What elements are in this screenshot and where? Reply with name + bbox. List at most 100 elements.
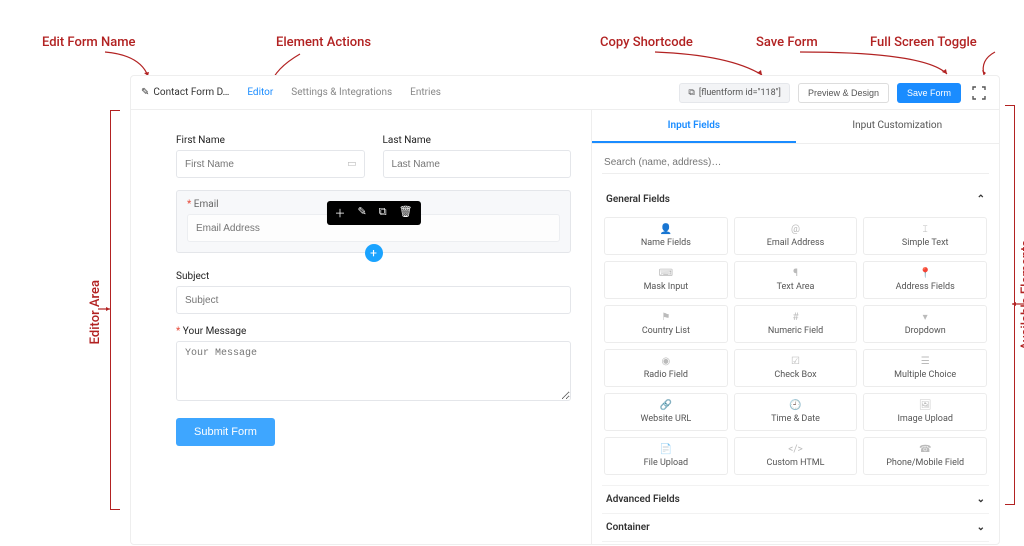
elements-tabs: Input Fields Input Customization xyxy=(592,110,999,144)
element-icon: 𝙸 xyxy=(922,224,929,235)
element-label: Dropdown xyxy=(905,326,946,336)
section-container[interactable]: Container ⌄ xyxy=(602,513,989,541)
element-icon: ⌨ xyxy=(659,268,673,279)
first-name-label: First Name xyxy=(176,135,365,146)
action-duplicate-icon[interactable]: ⧉ xyxy=(379,205,387,221)
element-name-fields[interactable]: 👤 Name Fields xyxy=(604,217,728,255)
copy-icon: ⧉ xyxy=(688,88,694,98)
action-edit-icon[interactable]: ✎ xyxy=(357,205,366,221)
element-dropdown[interactable]: ▾ Dropdown xyxy=(863,305,987,343)
builder-body: First Name ▭ Last Name Email ＋ ✎ ⧉ xyxy=(131,110,999,544)
annot-arrow xyxy=(1006,300,1024,308)
element-label: Image Upload xyxy=(897,414,952,424)
top-right: ⧉ [fluentform id="118"] Preview & Design… xyxy=(679,83,989,103)
fullscreen-toggle[interactable] xyxy=(969,83,989,103)
element-mask-input[interactable]: ⌨ Mask Input xyxy=(604,261,728,299)
action-delete-icon[interactable]: 🗑 xyxy=(399,205,413,221)
element-label: Mask Input xyxy=(644,282,689,292)
message-textarea[interactable] xyxy=(176,341,571,401)
element-label: Simple Text xyxy=(902,238,949,248)
shortcode-text: [fluentform id="118"] xyxy=(699,88,781,98)
element-custom-html[interactable]: </> Custom HTML xyxy=(734,437,858,475)
element-country-list[interactable]: ⚑ Country List xyxy=(604,305,728,343)
section-advanced-fields[interactable]: Advanced Fields ⌄ xyxy=(602,485,989,513)
element-icon: 👤 xyxy=(660,224,672,235)
annot-edit-form-name: Edit Form Name xyxy=(42,35,136,50)
app-frame: ✎ Contact Form D… Editor Settings & Inte… xyxy=(130,75,1000,545)
annot-fullscreen: Full Screen Toggle xyxy=(870,35,977,50)
tab-input-fields[interactable]: Input Fields xyxy=(592,110,795,143)
elements-search xyxy=(602,152,989,174)
element-label: Numeric Field xyxy=(768,326,823,336)
element-icon: ☎ xyxy=(919,444,931,455)
element-website-url[interactable]: 🔗Website URL xyxy=(604,393,728,431)
section-payment-fields[interactable]: Payment Fields ⌄ xyxy=(602,541,989,544)
element-label: File Upload xyxy=(644,458,689,468)
chevron-down-icon: ⌄ xyxy=(977,522,985,533)
element-phone-mobile-field[interactable]: ☎ Phone/Mobile Field xyxy=(863,437,987,475)
element-icon: 🖼 xyxy=(919,400,932,411)
first-name-input[interactable] xyxy=(176,150,365,178)
element-radio-field[interactable]: ◉ Radio Field xyxy=(604,349,728,387)
element-image-upload[interactable]: 🖼 Image Upload xyxy=(863,393,987,431)
section-advanced-label: Advanced Fields xyxy=(606,494,680,505)
element-file-upload[interactable]: 📄File Upload xyxy=(604,437,728,475)
element-icon: 🕘 xyxy=(789,400,801,411)
shortcode-copy[interactable]: ⧉ [fluentform id="118"] xyxy=(679,83,790,103)
search-input[interactable] xyxy=(602,152,989,174)
element-simple-text[interactable]: 𝙸 Simple Text xyxy=(863,217,987,255)
submit-form-button[interactable]: Submit Form xyxy=(176,418,275,446)
action-add-icon[interactable]: ＋ xyxy=(334,205,345,221)
element-label: Multiple Choice xyxy=(894,370,956,380)
element-label: Time & Date xyxy=(771,414,820,424)
subject-input[interactable] xyxy=(176,286,571,314)
tab-settings[interactable]: Settings & Integrations xyxy=(291,87,392,98)
subject-label: Subject xyxy=(176,271,571,282)
element-check-box[interactable]: ☑Check Box xyxy=(734,349,858,387)
element-label: Phone/Mobile Field xyxy=(886,458,964,468)
element-label: Check Box xyxy=(774,370,816,380)
annot-arrow xyxy=(96,305,116,313)
element-icon: ▾ xyxy=(923,312,928,323)
pencil-icon: ✎ xyxy=(141,87,149,98)
fullscreen-icon xyxy=(972,86,986,100)
element-label: Country List xyxy=(642,326,690,336)
element-icon: ⚑ xyxy=(661,312,670,323)
element-time-date[interactable]: 🕘 Time & Date xyxy=(734,393,858,431)
element-icon: @ xyxy=(791,224,800,235)
chevron-up-icon: ⌃ xyxy=(977,194,985,205)
preview-design-button[interactable]: Preview & Design xyxy=(798,83,889,103)
last-name-input[interactable] xyxy=(383,150,572,178)
element-numeric-field[interactable]: # Numeric Field xyxy=(734,305,858,343)
element-label: Website URL xyxy=(641,414,692,424)
element-icon: ◉ xyxy=(662,356,671,367)
save-form-button[interactable]: Save Form xyxy=(897,83,961,103)
element-multiple-choice[interactable]: ☰ Multiple Choice xyxy=(863,349,987,387)
element-label: Address Fields xyxy=(896,282,955,292)
element-label: Radio Field xyxy=(644,370,688,380)
section-general-fields[interactable]: General Fields ⌃ xyxy=(602,186,989,213)
tab-editor[interactable]: Editor xyxy=(247,87,273,98)
element-icon: </> xyxy=(788,444,802,455)
form-name[interactable]: ✎ Contact Form D… xyxy=(141,87,229,98)
element-email-address[interactable]: @Email Address xyxy=(734,217,858,255)
element-text-area[interactable]: ¶Text Area xyxy=(734,261,858,299)
section-container-label: Container xyxy=(606,522,650,533)
annot-copy-shortcode: Copy Shortcode xyxy=(600,35,693,50)
section-general-label: General Fields xyxy=(606,194,670,205)
annot-element-actions: Element Actions xyxy=(276,35,371,50)
element-actions-toolbar: ＋ ✎ ⧉ 🗑 xyxy=(326,201,420,225)
label-available-elements: Available Elements xyxy=(1019,240,1024,350)
editor-area: First Name ▭ Last Name Email ＋ ✎ ⧉ xyxy=(131,110,591,544)
add-field-below[interactable]: + xyxy=(365,244,383,262)
element-icon: # xyxy=(792,312,798,323)
element-label: Name Fields xyxy=(641,238,691,248)
element-address-fields[interactable]: 📍Address Fields xyxy=(863,261,987,299)
general-fields-grid: 👤 Name Fields @Email Address 𝙸 Simple Text ⌨ M… xyxy=(602,213,989,485)
element-icon: ☰ xyxy=(921,356,930,367)
tab-entries[interactable]: Entries xyxy=(410,87,441,98)
selected-field-email[interactable]: Email ＋ ✎ ⧉ 🗑 + xyxy=(176,190,571,253)
tab-input-customization[interactable]: Input Customization xyxy=(796,110,999,143)
element-label: Custom HTML xyxy=(767,458,825,468)
elements-panel: Input Fields Input Customization General… xyxy=(591,110,999,544)
